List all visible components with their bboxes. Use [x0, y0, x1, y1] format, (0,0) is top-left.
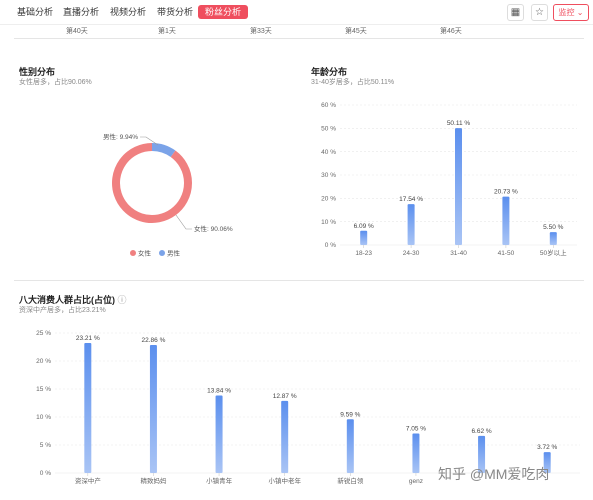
pie-slice-male	[151, 143, 176, 158]
age-y-tick: 40 %	[321, 149, 336, 156]
consumer-bar	[149, 344, 157, 473]
pie-slice-female	[112, 143, 192, 223]
consumer-y-tick: 5 %	[40, 442, 51, 449]
age-data-label: 17.54 %	[399, 196, 423, 203]
consumer-y-tick: 25 %	[36, 330, 51, 337]
consumer-x-tick: 小镇中老年	[268, 476, 301, 485]
consumer-data-label: 9.59 %	[340, 411, 360, 418]
age-y-tick: 60 %	[321, 102, 336, 109]
age-data-label: 50.11 %	[447, 120, 471, 127]
age-y-tick: 20 %	[321, 196, 336, 203]
age-x-tick: 41-50	[498, 250, 515, 257]
consumer-x-tick: 资深中产	[75, 476, 102, 485]
consumer-data-label: 7.05 %	[406, 426, 426, 433]
age-x-tick: 50岁以上	[540, 248, 567, 257]
pie-label-female: 女性: 90.06%	[194, 224, 233, 233]
age-data-label: 5.50 %	[543, 224, 563, 231]
consumer-bar	[215, 395, 223, 473]
consumer-bar	[281, 400, 289, 473]
consumer-data-label: 6.62 %	[471, 428, 491, 435]
watermark: 知乎 @MM爱吃肉	[438, 466, 550, 482]
consumer-x-tick: 小镇青年	[206, 476, 233, 485]
legend-marker-female	[130, 250, 136, 256]
age-bar	[360, 230, 368, 245]
age-y-tick: 50 %	[321, 126, 336, 133]
consumer-data-label: 3.72 %	[537, 444, 557, 451]
age-x-tick: 18-23	[355, 250, 372, 257]
age-bar	[549, 232, 557, 245]
age-bar	[407, 204, 415, 245]
age-y-tick: 10 %	[321, 219, 336, 226]
charts-canvas: 男性: 9.94% 女性: 90.06% 女性 男性 0 % 10 % 20 % 30 % 40…	[36, 102, 580, 485]
age-data-label: 20.73 %	[494, 189, 518, 196]
age-y-tick: 0 %	[325, 242, 336, 249]
age-data-label: 6.09 %	[354, 223, 374, 230]
consumer-y-tick: 15 %	[36, 386, 51, 393]
consumer-data-label: 23.21 %	[76, 335, 100, 342]
consumer-bar	[346, 419, 354, 473]
pie-label-male: 男性: 9.94%	[103, 132, 138, 141]
consumer-x-tick: 精致妈妈	[140, 476, 167, 485]
age-x-tick: 24-30	[403, 250, 420, 257]
age-x-tick: 31-40	[450, 250, 467, 257]
legend-label-male: 男性	[167, 249, 181, 258]
age-bar	[502, 196, 510, 245]
legend-label-female: 女性	[138, 249, 152, 258]
consumer-y-tick: 20 %	[36, 358, 51, 365]
consumer-y-tick: 0 %	[40, 470, 51, 477]
consumer-x-tick: genz	[409, 478, 423, 485]
legend-marker-male	[159, 250, 165, 256]
consumer-data-label: 12.87 %	[273, 393, 297, 400]
consumer-data-label: 22.86 %	[142, 337, 166, 344]
consumer-bar	[412, 433, 420, 473]
age-y-tick: 30 %	[321, 172, 336, 179]
consumer-bar	[84, 343, 92, 473]
consumer-data-label: 13.84 %	[207, 387, 231, 394]
consumer-y-tick: 10 %	[36, 414, 51, 421]
consumer-x-tick: 新锐白领	[337, 476, 364, 485]
age-bar	[455, 128, 462, 245]
pie-leader-line	[175, 214, 192, 230]
